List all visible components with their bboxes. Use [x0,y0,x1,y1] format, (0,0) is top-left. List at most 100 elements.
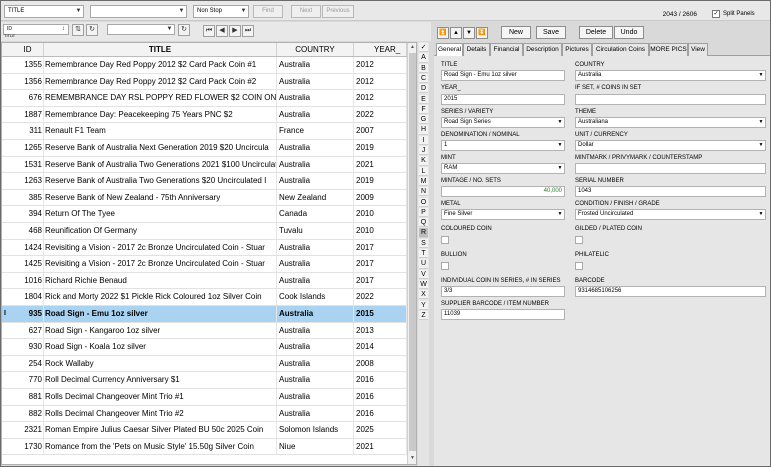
search-mode-select[interactable]: Non Stop ▼ [193,5,249,18]
alpha-index-item[interactable]: Q [419,218,428,228]
table-row[interactable]: 881 Rolls Decimal Changeover Mint Trio #1… [2,389,407,406]
refresh-filter-button[interactable]: ↻ [178,24,190,36]
theme-select[interactable]: Australiana ▼ [575,117,766,128]
alpha-index-item[interactable]: X [419,290,428,300]
table-row[interactable]: 882 Rolls Decimal Changeover Mint Trio #2… [2,405,407,423]
tab-financial[interactable]: Financial [490,43,523,56]
table-row[interactable]: 254 Rock Wallaby Australia 2008 [2,355,407,373]
alpha-index-item[interactable]: F [419,104,428,115]
alpha-index-item[interactable]: V [419,269,428,279]
philatelic-checkbox[interactable] [575,262,583,270]
filter-select[interactable]: ▼ [107,24,175,35]
alpha-index-item[interactable]: E [419,94,428,104]
tab-details[interactable]: Details [463,43,490,56]
tab-circulation-coins[interactable]: Circulation Coins [592,43,649,56]
serial-field[interactable]: 1043 [575,186,766,197]
search-input[interactable]: ▼ [90,5,187,18]
ifset-field[interactable] [575,94,766,105]
alpha-index-item[interactable]: C [419,73,428,84]
undo-button[interactable]: Undo [614,26,644,39]
alpha-index-item[interactable]: A [419,53,428,63]
save-button[interactable]: Save [536,26,566,39]
scrollbar-thumb[interactable] [409,53,416,451]
column-header-title[interactable]: TITLE [44,43,277,56]
delete-button[interactable]: Delete [579,26,613,39]
table-row[interactable]: 2321 Roman Empire Julius Caesar Silver Pl… [2,422,407,439]
grid-scrollbar[interactable]: ▲ ▼ [407,43,416,464]
tab-pictures[interactable]: Pictures [562,43,592,56]
alpha-index-item[interactable]: N [419,187,428,197]
tab-description[interactable]: Description [523,43,562,56]
metal-select[interactable]: Fine Silver ▼ [441,209,565,220]
last-record-button[interactable]: ⏭ [242,25,254,37]
find-button[interactable]: Find [253,5,283,18]
column-header-year[interactable]: YEAR_ [354,43,407,56]
unit-select[interactable]: Dollar ▼ [575,140,766,151]
next-button[interactable]: Next [291,5,321,18]
alpha-index-item[interactable]: L [419,166,428,176]
table-row[interactable]: 385 Reserve Bank of New Zealand - 75th An… [2,189,407,207]
supplier-field[interactable]: 11039 [441,309,565,320]
country-select[interactable]: Australia ▼ [575,70,766,81]
scroll-up-icon[interactable]: ▲ [408,43,416,52]
mintage-field[interactable]: 40,000 [441,186,565,197]
table-row[interactable]: 468 Reunification Of Germany Tuvalu 2010 [2,223,407,240]
tab-general[interactable]: General [436,43,463,56]
alpha-index-item[interactable]: M [419,176,428,187]
year-field[interactable]: 2015 [441,94,565,105]
table-row[interactable]: 1424 Revisiting a Vision - 2017 2c Bronze… [2,239,407,257]
alpha-index-item[interactable]: T [419,249,428,259]
alpha-index-item[interactable]: P [419,207,428,218]
split-panels-checkbox[interactable]: ✓ [712,10,720,18]
alpha-index-item[interactable]: S [419,238,428,248]
table-row[interactable]: 311 Renault F1 Team France 2007 [2,123,407,140]
alpha-index-item[interactable]: ✓ [419,43,428,53]
alpha-index-item[interactable]: U [419,259,428,269]
table-row[interactable]: 930 Road Sign - Koala 1oz silver Australia… [2,339,407,356]
alpha-index-item[interactable]: W [419,279,428,290]
table-row[interactable]: 1425 Revisiting a Vision - 2017 2c Bronze… [2,256,407,273]
first-record-button[interactable]: ⏮ [203,25,215,37]
move-up-icon[interactable]: ▲ [450,27,462,39]
title-field[interactable]: Road Sign - Emu 1oz silver [441,70,565,81]
table-row[interactable]: 676 REMEMBRANCE DAY RSL POPPY RED FLOWER … [2,90,407,107]
alpha-index-item[interactable]: H [419,125,428,135]
table-row[interactable]: 1016 Richard Richie Benaud Australia 2017 [2,272,407,290]
tab-view[interactable]: View [688,43,708,56]
alpha-index-item[interactable]: Z [419,310,428,321]
alpha-index-item[interactable]: B [419,63,428,73]
move-down-icon[interactable]: ▼ [463,27,475,39]
new-button[interactable]: New [501,26,531,39]
barcode-field[interactable]: 9314685106256 [575,286,766,297]
prev-record-button[interactable]: ◀ [216,25,228,37]
alpha-index-item[interactable]: J [419,146,428,156]
move-last-icon[interactable]: ⏬ [476,27,488,39]
alpha-index-item[interactable]: Y [419,300,428,310]
table-row[interactable]: 1804 Rick and Morty 2022 $1 Pickle Rick C… [2,289,407,306]
next-record-button[interactable]: ▶ [229,25,241,37]
table-row[interactable]: 1356 Remembrance Day Red Poppy 2012 $2 Ca… [2,73,407,91]
table-row[interactable]: 1887 Remembrance Day: Peacekeeping 75 Yea… [2,106,407,124]
alpha-index-item[interactable]: O [419,197,428,207]
bullion-checkbox[interactable] [441,262,449,270]
denomination-select[interactable]: 1 ▼ [441,140,565,151]
refresh-sort-button[interactable]: ↻ [86,24,98,36]
column-header-country[interactable]: COUNTRY [277,43,354,56]
alpha-index-item[interactable]: D [419,84,428,94]
series-select[interactable]: Road Sign Series ▼ [441,117,565,128]
table-row[interactable]: 1355 Remembrance Day Red Poppy 2012 $2 Ca… [2,57,407,74]
table-row[interactable]: I 935 Road Sign - Emu 1oz silver Australia 2… [2,306,407,323]
scroll-down-icon[interactable]: ▼ [408,454,416,463]
individual-field[interactable]: 3/3 [441,286,565,297]
alpha-index-item[interactable]: R [419,228,428,238]
table-row[interactable]: 627 Road Sign - Kangaroo 1oz silver Austra… [2,322,407,340]
table-row[interactable]: 394 Return Of The Tyee Canada 2010 [2,206,407,223]
search-field-select[interactable]: TITLE ▼ [4,5,84,18]
mint-select[interactable]: RAM ▼ [441,163,565,174]
sort-direction-button[interactable]: ⇅ [72,24,84,36]
table-row[interactable]: 1265 Reserve Bank of Australia Next Gener… [2,140,407,157]
gilded-checkbox[interactable] [575,236,583,244]
table-row[interactable]: 1531 Reserve Bank of Australia Two Genera… [2,156,407,174]
mintmark-field[interactable] [575,163,766,174]
alpha-index-item[interactable]: K [419,156,428,166]
